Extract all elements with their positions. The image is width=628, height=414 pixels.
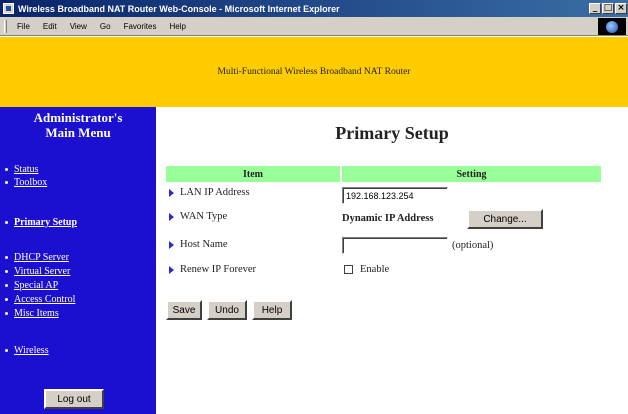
admin-sidebar: Administrator's Main Menu Status Toolbox… bbox=[0, 107, 156, 414]
bullet-icon bbox=[5, 349, 8, 352]
help-button[interactable]: Help bbox=[252, 300, 292, 320]
sidebar-item-label: Status bbox=[14, 164, 39, 175]
menu-file[interactable]: File bbox=[17, 22, 30, 31]
table-header-setting: Setting bbox=[342, 166, 601, 182]
sidebar-item-label: DHCP Server bbox=[14, 252, 69, 263]
close-button[interactable]: × bbox=[615, 3, 627, 14]
arrow-right-icon bbox=[169, 265, 174, 274]
lan-ip-input[interactable] bbox=[342, 187, 448, 204]
bullet-icon bbox=[5, 312, 8, 315]
sidebar-item-virtual-server[interactable]: Virtual Server bbox=[5, 266, 70, 277]
enable-checkbox[interactable] bbox=[344, 265, 353, 274]
sidebar-item-primary-setup[interactable]: Primary Setup bbox=[5, 217, 77, 228]
sidebar-item-wireless[interactable]: Wireless bbox=[5, 345, 49, 356]
sidebar-item-access-control[interactable]: Access Control bbox=[5, 294, 75, 305]
router-banner: Multi-Functional Wireless Broadband NAT … bbox=[0, 37, 628, 107]
banner-title: Multi-Functional Wireless Broadband NAT … bbox=[217, 67, 411, 77]
host-name-optional-note: (optional) bbox=[452, 240, 494, 251]
host-name-label: Host Name bbox=[180, 239, 228, 250]
sidebar-item-label: Special AP bbox=[14, 280, 59, 291]
sidebar-title: Administrator's Main Menu bbox=[0, 110, 156, 140]
wan-type-label: WAN Type bbox=[180, 211, 228, 222]
host-name-input[interactable] bbox=[342, 237, 448, 254]
lan-ip-row-label: LAN IP Address bbox=[169, 187, 250, 198]
sidebar-item-label: Misc Items bbox=[14, 308, 59, 319]
sidebar-title-line2: Main Menu bbox=[45, 125, 111, 140]
logout-button[interactable]: Log out bbox=[44, 389, 104, 409]
menu-view[interactable]: View bbox=[70, 22, 87, 31]
arrow-right-icon bbox=[169, 240, 174, 249]
sidebar-item-label: Toolbox bbox=[14, 177, 48, 188]
bullet-icon bbox=[5, 270, 8, 273]
sidebar-item-label: Wireless bbox=[14, 345, 49, 356]
sidebar-item-special-ap[interactable]: Special AP bbox=[5, 280, 58, 291]
bullet-icon bbox=[5, 221, 8, 224]
bullet-icon bbox=[5, 256, 8, 259]
undo-button[interactable]: Undo bbox=[207, 300, 247, 320]
menu-favorites[interactable]: Favorites bbox=[124, 22, 157, 31]
menu-bar: File Edit View Go Favorites Help bbox=[0, 17, 628, 36]
toolbar-grip bbox=[4, 19, 7, 33]
bullet-icon bbox=[5, 181, 8, 184]
main-content: Primary Setup Item Setting LAN IP Addres… bbox=[156, 107, 628, 414]
menu-edit[interactable]: Edit bbox=[43, 22, 57, 31]
renew-ip-enable-control[interactable]: Enable bbox=[344, 264, 389, 275]
menu-go[interactable]: Go bbox=[100, 22, 111, 31]
enable-checkbox-label: Enable bbox=[360, 264, 390, 275]
bullet-icon bbox=[5, 298, 8, 301]
change-wan-button[interactable]: Change... bbox=[467, 209, 543, 229]
wan-type-value: Dynamic IP Address bbox=[342, 213, 434, 224]
lan-ip-label: LAN IP Address bbox=[180, 187, 250, 198]
save-button[interactable]: Save bbox=[166, 300, 202, 320]
window-title: Wireless Broadband NAT Router Web-Consol… bbox=[18, 3, 340, 14]
bullet-icon bbox=[5, 284, 8, 287]
ie-throbber-icon bbox=[598, 18, 626, 35]
wan-type-row-label: WAN Type bbox=[169, 211, 227, 222]
sidebar-item-toolbox[interactable]: Toolbox bbox=[5, 177, 47, 188]
sidebar-item-dhcp-server[interactable]: DHCP Server bbox=[5, 252, 69, 263]
window-titlebar: Wireless Broadband NAT Router Web-Consol… bbox=[0, 0, 628, 17]
arrow-right-icon bbox=[169, 212, 174, 221]
sidebar-item-status[interactable]: Status bbox=[5, 164, 38, 175]
sidebar-item-label: Access Control bbox=[14, 294, 76, 305]
renew-ip-label: Renew IP Forever bbox=[180, 264, 257, 275]
sidebar-item-label: Primary Setup bbox=[14, 217, 78, 228]
sidebar-item-misc-items[interactable]: Misc Items bbox=[5, 308, 59, 319]
sidebar-title-line1: Administrator's bbox=[33, 110, 123, 125]
host-name-row-label: Host Name bbox=[169, 239, 228, 250]
minimize-button[interactable]: _ bbox=[589, 3, 601, 14]
sidebar-item-label: Virtual Server bbox=[14, 266, 71, 277]
bullet-icon bbox=[5, 168, 8, 171]
maximize-button[interactable]: □ bbox=[602, 3, 614, 14]
renew-ip-row-label: Renew IP Forever bbox=[169, 264, 256, 275]
table-header-item: Item bbox=[166, 166, 340, 182]
menu-help[interactable]: Help bbox=[169, 22, 185, 31]
arrow-right-icon bbox=[169, 188, 174, 197]
ie-app-icon bbox=[3, 3, 14, 14]
page-title: Primary Setup bbox=[335, 123, 449, 143]
